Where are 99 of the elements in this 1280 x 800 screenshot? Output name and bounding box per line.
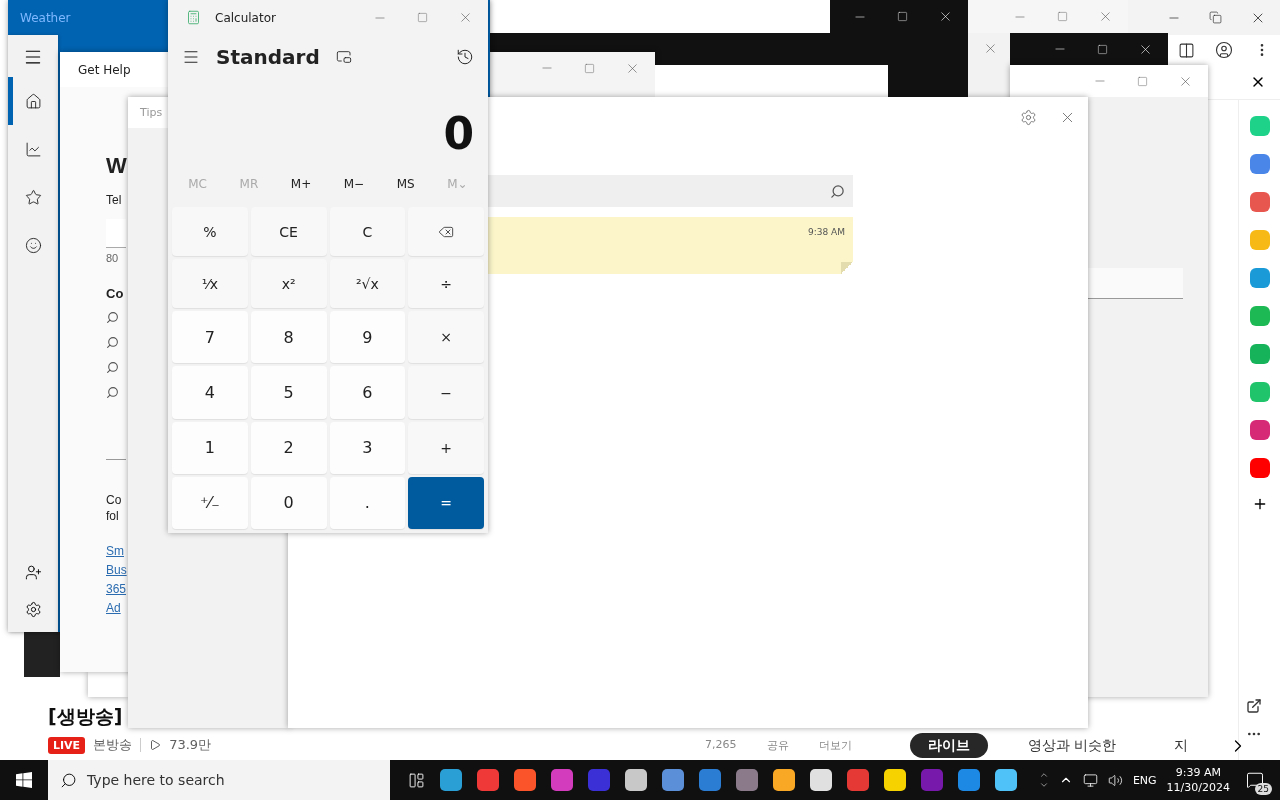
- close-icon[interactable]: [938, 9, 953, 24]
- calculator-key[interactable]: 0: [250, 476, 327, 529]
- calculator-key[interactable]: 6: [329, 366, 406, 419]
- window-title: Get Help: [78, 62, 131, 77]
- share-link[interactable]: 공유: [766, 738, 789, 753]
- app-icon[interactable]: [662, 769, 684, 791]
- calculator-key[interactable]: 8: [250, 311, 327, 364]
- memory-button[interactable]: M−: [343, 177, 365, 203]
- window: [24, 632, 60, 677]
- calculator-key[interactable]: +: [408, 421, 484, 474]
- calculator-key[interactable]: 4: [172, 366, 248, 419]
- notification-button[interactable]: 25: [1240, 765, 1270, 795]
- app-icon[interactable]: [514, 769, 536, 791]
- app-icon[interactable]: [625, 769, 647, 791]
- sticky-note[interactable]: 9:38 AM: [488, 217, 853, 274]
- app-icon[interactable]: [440, 769, 462, 791]
- link[interactable]: Ad: [106, 599, 127, 618]
- search-field[interactable]: Type here to search: [48, 760, 390, 800]
- profile-icon[interactable]: [1215, 41, 1234, 59]
- calculator-key[interactable]: C: [329, 207, 406, 257]
- restore-icon[interactable]: [1209, 11, 1222, 24]
- window-title: Tips: [140, 106, 163, 119]
- app-icon[interactable]: [995, 769, 1017, 791]
- settings-icon[interactable]: [24, 601, 42, 618]
- smiley-icon[interactable]: [24, 236, 42, 254]
- star-icon[interactable]: [24, 188, 42, 206]
- app-icon[interactable]: [810, 769, 832, 791]
- like-count[interactable]: 7,265: [705, 738, 737, 753]
- app-icon[interactable]: [884, 769, 906, 791]
- calculator-key[interactable]: ²√x: [329, 259, 406, 309]
- view-count: 73.9만: [169, 736, 212, 754]
- search-icon: [60, 771, 77, 789]
- keep-on-top-icon[interactable]: [335, 49, 352, 65]
- language-indicator[interactable]: ENG: [1132, 773, 1157, 787]
- chart-icon[interactable]: [24, 140, 42, 158]
- clock[interactable]: 9:39 AM 11/30/2024: [1166, 765, 1230, 795]
- volume-icon[interactable]: [1107, 772, 1123, 788]
- memory-button[interactable]: MS: [396, 177, 415, 203]
- intro-text: Tel: [106, 193, 122, 207]
- note-time: 9:38 AM: [808, 227, 845, 239]
- filter-chip[interactable]: 지: [1156, 733, 1207, 758]
- add-user-icon[interactable]: [24, 564, 42, 581]
- calculator-key[interactable]: ×: [408, 311, 484, 364]
- network-icon[interactable]: [1082, 772, 1098, 788]
- video-title[interactable]: [생방송]: [48, 704, 123, 730]
- window-title: Calculator: [215, 10, 276, 25]
- calculator-key[interactable]: x²: [250, 259, 327, 309]
- menu-icon[interactable]: [182, 48, 200, 66]
- add-icon[interactable]: [1252, 496, 1268, 512]
- calculator-key[interactable]: =: [408, 476, 484, 529]
- calculator-key[interactable]: −: [408, 366, 484, 419]
- calculator-key[interactable]: 3: [329, 421, 406, 474]
- link[interactable]: 365: [106, 580, 127, 599]
- search-icon[interactable]: [106, 361, 119, 374]
- play-icon: [149, 739, 162, 751]
- memory-button[interactable]: M+: [290, 177, 312, 203]
- search-icon[interactable]: [106, 311, 119, 324]
- scroll-up-icon[interactable]: [1038, 770, 1049, 780]
- heading: W: [106, 153, 127, 179]
- calculator-key[interactable]: 9: [329, 311, 406, 364]
- external-link-icon[interactable]: [1246, 698, 1262, 714]
- input-field[interactable]: [1088, 268, 1183, 299]
- calculator-key[interactable]: ¹⁄x: [172, 259, 248, 309]
- calculator-key[interactable]: ⁺⁄₋: [172, 476, 248, 529]
- filter-chip[interactable]: 영상과 비슷한: [1010, 733, 1135, 758]
- channel-name[interactable]: 본방송: [93, 736, 133, 754]
- window-title: Weather: [20, 10, 71, 25]
- calculator-key[interactable]: %: [172, 207, 248, 257]
- link[interactable]: Sm: [106, 542, 127, 561]
- calculator-key[interactable]: 1: [172, 421, 248, 474]
- search-field[interactable]: [488, 175, 853, 207]
- section-title: Co: [106, 286, 124, 301]
- more-link[interactable]: 더보기: [818, 738, 852, 753]
- task-view-icon[interactable]: [408, 771, 425, 789]
- calculator-key[interactable]: CE: [250, 207, 327, 257]
- character-count: 80: [106, 252, 119, 264]
- display: 0: [442, 107, 475, 159]
- search-icon[interactable]: [106, 386, 119, 399]
- paragraph: Co fol: [106, 492, 122, 524]
- windows-logo-icon[interactable]: [16, 772, 32, 788]
- calculator-key[interactable]: 5: [250, 366, 327, 419]
- app-icon[interactable]: [773, 769, 795, 791]
- live-badge: LIVE: [48, 736, 86, 754]
- search-icon[interactable]: [106, 336, 119, 349]
- history-icon[interactable]: [456, 48, 474, 66]
- split-view-icon[interactable]: [1178, 41, 1196, 59]
- scroll-down-icon[interactable]: [1038, 780, 1049, 790]
- link[interactable]: Bus: [106, 561, 127, 580]
- mode-title: Standard: [216, 45, 320, 69]
- calculator-key[interactable]: 7: [172, 311, 248, 364]
- filter-chip[interactable]: 라이브: [910, 733, 988, 758]
- home-icon[interactable]: [24, 92, 42, 110]
- search-icon: [830, 183, 845, 199]
- calculator-key[interactable]: .: [329, 476, 406, 529]
- calculator-key[interactable]: 2: [250, 421, 327, 474]
- calculator-key[interactable]: ÷: [408, 259, 484, 309]
- calculator-icon: [186, 10, 201, 25]
- input-field[interactable]: [106, 219, 126, 248]
- search-placeholder: Type here to search: [87, 772, 225, 788]
